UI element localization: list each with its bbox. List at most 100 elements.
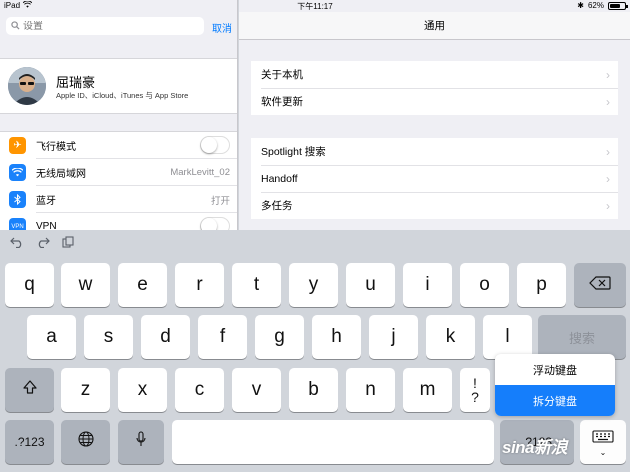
key-l[interactable]: l bbox=[483, 315, 532, 359]
sina-watermark-logo: sina新浪 bbox=[502, 438, 568, 457]
list-item-multitasking[interactable]: 多任务 › bbox=[251, 192, 618, 219]
key-a[interactable]: a bbox=[27, 315, 76, 359]
key-v[interactable]: v bbox=[232, 368, 281, 412]
dictation-key[interactable] bbox=[118, 420, 164, 464]
key-z[interactable]: z bbox=[61, 368, 110, 412]
key-p[interactable]: p bbox=[517, 263, 566, 307]
key-s[interactable]: s bbox=[84, 315, 133, 359]
sidebar-item-wifi[interactable]: 无线局域网 MarkLevitt_02 bbox=[0, 159, 237, 186]
features-group: Spotlight 搜索 › Handoff › 多任务 › bbox=[251, 138, 618, 219]
key-exclamation: ! bbox=[473, 375, 477, 391]
paste-icon[interactable] bbox=[62, 236, 74, 251]
globe-icon bbox=[77, 431, 94, 453]
key-d[interactable]: d bbox=[141, 315, 190, 359]
list-item-label: 关于本机 bbox=[261, 69, 303, 81]
key-h[interactable]: h bbox=[312, 315, 361, 359]
keyboard-dismiss-key[interactable]: ⌄ bbox=[580, 420, 626, 464]
key-c[interactable]: c bbox=[175, 368, 224, 412]
key-n[interactable]: n bbox=[346, 368, 395, 412]
backspace-icon bbox=[589, 274, 611, 296]
vpn-toggle[interactable] bbox=[200, 217, 230, 230]
list-item-label: 多任务 bbox=[261, 200, 293, 212]
keyboard-icon bbox=[592, 427, 614, 449]
list-item-handoff[interactable]: Handoff › bbox=[251, 165, 618, 192]
chevron-right-icon: › bbox=[606, 67, 610, 82]
search-icon bbox=[11, 17, 20, 35]
search-bar: 取消 bbox=[0, 12, 237, 42]
key-k[interactable]: k bbox=[426, 315, 475, 359]
shortcut-bar bbox=[10, 236, 74, 251]
battery-percent: 62% bbox=[587, 1, 604, 10]
chevron-right-icon: › bbox=[606, 144, 610, 159]
sidebar-item-bluetooth[interactable]: 蓝牙 打开 bbox=[0, 186, 237, 213]
keyboard-mode-menu: 浮动键盘 拆分键盘 bbox=[495, 354, 615, 416]
list-item-software-update[interactable]: 软件更新 › bbox=[251, 88, 618, 115]
search-key[interactable]: 搜索 bbox=[538, 315, 626, 359]
key-punctuation[interactable]: ! ? bbox=[460, 368, 490, 412]
list-item-about[interactable]: 关于本机 › bbox=[251, 61, 618, 88]
space-key[interactable] bbox=[172, 420, 494, 464]
key-e[interactable]: e bbox=[118, 263, 167, 307]
sidebar-item-airplane-mode[interactable]: ✈ 飞行模式 bbox=[0, 132, 237, 159]
settings-sidebar: 取消 屈瑞豪 Apple ID、iCloud、iTunes 与 App Stor… bbox=[0, 0, 238, 230]
sidebar-item-vpn[interactable]: VPN VPN bbox=[0, 213, 237, 230]
delete-key[interactable] bbox=[574, 263, 626, 307]
status-bar: iPad 下午11:17 ✱ 62% bbox=[0, 0, 630, 12]
key-f[interactable]: f bbox=[198, 315, 247, 359]
key-o[interactable]: o bbox=[460, 263, 509, 307]
search-field[interactable] bbox=[6, 17, 204, 35]
nav-bar: 通用 bbox=[239, 12, 630, 40]
list-item-spotlight[interactable]: Spotlight 搜索 › bbox=[251, 138, 618, 165]
page-title: 通用 bbox=[424, 20, 445, 32]
airplane-icon: ✈ bbox=[9, 137, 26, 154]
key-j[interactable]: j bbox=[369, 315, 418, 359]
chevron-right-icon: › bbox=[606, 171, 610, 186]
bluetooth-value: 打开 bbox=[210, 195, 230, 207]
numbers-key-left[interactable]: .?123 bbox=[5, 420, 54, 464]
bluetooth-icon bbox=[9, 191, 26, 208]
list-item-label: Handoff bbox=[261, 172, 298, 185]
chevron-down-icon: ⌄ bbox=[599, 448, 607, 457]
clock: 下午11:17 bbox=[297, 2, 333, 11]
wifi-network-value: MarkLevitt_02 bbox=[170, 167, 230, 178]
airplane-mode-toggle[interactable] bbox=[200, 136, 230, 154]
undo-icon[interactable] bbox=[10, 236, 24, 251]
key-x[interactable]: x bbox=[118, 368, 167, 412]
about-group: 关于本机 › 软件更新 › bbox=[251, 61, 618, 115]
cancel-button[interactable]: 取消 bbox=[212, 20, 232, 35]
key-w[interactable]: w bbox=[61, 263, 110, 307]
connectivity-group: ✈ 飞行模式 无线局域网 MarkLevitt_02 蓝牙 打开 VPN VPN bbox=[0, 131, 237, 230]
vpn-icon: VPN bbox=[9, 218, 26, 230]
key-t[interactable]: t bbox=[232, 263, 281, 307]
microphone-icon bbox=[136, 431, 146, 453]
key-b[interactable]: b bbox=[289, 368, 338, 412]
globe-key[interactable] bbox=[61, 420, 110, 464]
wifi-icon bbox=[9, 164, 26, 181]
menu-item-floating-keyboard[interactable]: 浮动键盘 bbox=[495, 354, 615, 385]
key-u[interactable]: u bbox=[346, 263, 395, 307]
battery-icon bbox=[608, 1, 628, 10]
bluetooth-status-icon: ✱ bbox=[577, 1, 584, 10]
key-q[interactable]: q bbox=[5, 263, 54, 307]
key-r[interactable]: r bbox=[175, 263, 224, 307]
sidebar-item-label: VPN bbox=[36, 221, 57, 230]
sidebar-item-label: 飞行模式 bbox=[36, 142, 76, 153]
search-input[interactable] bbox=[23, 20, 193, 32]
shift-arrow-icon bbox=[22, 379, 38, 401]
key-m[interactable]: m bbox=[403, 368, 452, 412]
shift-key[interactable] bbox=[5, 368, 54, 412]
redo-icon[interactable] bbox=[36, 236, 50, 251]
sidebar-item-label: 无线局域网 bbox=[36, 169, 86, 180]
key-y[interactable]: y bbox=[289, 263, 338, 307]
avatar bbox=[8, 67, 46, 105]
profile-subtitle: Apple ID、iCloud、iTunes 与 App Store bbox=[56, 91, 189, 100]
profile-name: 屈瑞豪 bbox=[56, 75, 96, 90]
list-item-label: Spotlight 搜索 bbox=[261, 146, 326, 158]
key-g[interactable]: g bbox=[255, 315, 304, 359]
list-item-label: 软件更新 bbox=[261, 96, 303, 108]
chevron-right-icon: › bbox=[606, 94, 610, 109]
apple-id-row[interactable]: 屈瑞豪 Apple ID、iCloud、iTunes 与 App Store bbox=[0, 58, 237, 114]
menu-item-split-keyboard[interactable]: 拆分键盘 bbox=[495, 385, 615, 416]
key-i[interactable]: i bbox=[403, 263, 452, 307]
key-question: ? bbox=[471, 389, 479, 405]
